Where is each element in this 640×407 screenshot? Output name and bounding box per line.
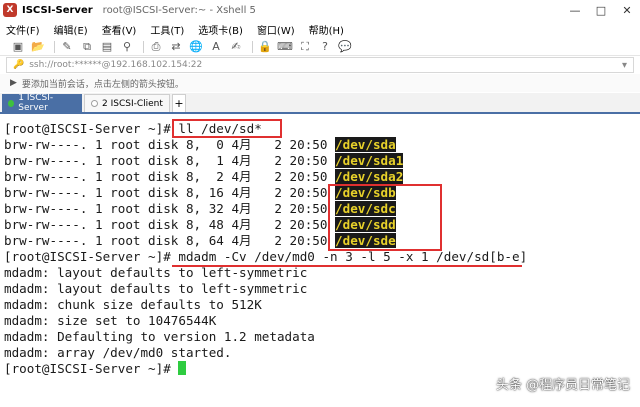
menu-help[interactable]: 帮助(H) bbox=[309, 22, 344, 37]
tab-label: 1 ISCSI-Server bbox=[18, 93, 54, 113]
terminal-output-line: mdadm: array /dev/md0 started. bbox=[4, 345, 232, 360]
watermark: 头条 @程序员日常笔记 bbox=[495, 378, 630, 393]
key-icon: 🔑 bbox=[13, 60, 25, 70]
device-name: /dev/sda1 bbox=[335, 153, 404, 168]
connected-status-icon bbox=[8, 99, 15, 107]
copy-icon[interactable]: ⧉ bbox=[79, 40, 95, 54]
hint-bar: ▶ 要添加当前会话，点击左侧的箭头按钮。 bbox=[0, 74, 640, 92]
paste-icon[interactable]: ▤ bbox=[99, 40, 115, 54]
transfer-icon[interactable]: ⇄ bbox=[168, 40, 184, 54]
prompt: [root@ISCSI-Server ~]# bbox=[4, 121, 179, 136]
session-tab-bar: 1 ISCSI-Server 2 ISCSI-Client + bbox=[0, 93, 640, 114]
toolbar: ▣ 📂 ✎ ⧉ ▤ ⚲ ⎙ ⇄ 🌐 A ✍ 🔒 ⌨ ⛶ ? 💬 bbox=[0, 38, 640, 56]
add-tab-button[interactable]: + bbox=[172, 94, 186, 112]
disconnected-status-icon bbox=[91, 100, 98, 107]
open-folder-icon[interactable]: 📂 bbox=[30, 40, 46, 54]
menu-bar: 文件(F) 编辑(E) 查看(V) 工具(T) 选项卡(B) 窗口(W) 帮助(… bbox=[0, 20, 640, 38]
lock-icon[interactable]: 🔒 bbox=[257, 40, 273, 54]
arrow-icon[interactable]: ▶ bbox=[10, 78, 17, 88]
terminal-prompt-line: [root@ISCSI-Server ~]# bbox=[4, 361, 187, 377]
toolbar-divider bbox=[54, 40, 55, 53]
menu-tabs[interactable]: 选项卡(B) bbox=[198, 22, 243, 37]
row-prefix: brw-rw----. 1 root disk 8, 1 4月 2 20:50 bbox=[4, 153, 336, 168]
terminal-output-line: mdadm: layout defaults to left-symmetric bbox=[4, 265, 308, 280]
device-name: /dev/sda bbox=[335, 137, 396, 152]
terminal-area[interactable]: [root@ISCSI-Server ~]# ll /dev/sd* brw-r… bbox=[0, 115, 640, 407]
new-session-icon[interactable]: ▣ bbox=[10, 40, 26, 54]
terminal-output-line: mdadm: size set to 10476544K bbox=[4, 313, 217, 328]
session-address-bar[interactable]: 🔑 ssh://root:******@192.168.102.154:22 ▾ bbox=[6, 57, 634, 73]
device-name: /dev/sda2 bbox=[335, 169, 404, 184]
toolbar-divider bbox=[143, 40, 144, 53]
maximize-icon[interactable]: □ bbox=[588, 0, 614, 20]
title-host: ISCSI-Server bbox=[22, 4, 93, 16]
terminal-output-line: mdadm: layout defaults to left-symmetric bbox=[4, 281, 308, 296]
menu-file[interactable]: 文件(F) bbox=[6, 22, 40, 37]
link-icon[interactable]: ✎ bbox=[59, 40, 75, 54]
fullscreen-icon[interactable]: ⛶ bbox=[297, 40, 313, 54]
tab-label: 2 ISCSI-Client bbox=[102, 98, 163, 109]
row-prefix: brw-rw----. 1 root disk 8, 32 4月 2 20:50 bbox=[4, 201, 336, 216]
prompt: [root@ISCSI-Server ~]# bbox=[4, 361, 179, 376]
globe-icon[interactable]: 🌐 bbox=[188, 40, 204, 54]
hint-text: 要添加当前会话，点击左侧的箭头按钮。 bbox=[21, 79, 184, 90]
terminal-cursor bbox=[178, 361, 187, 375]
session-address: ssh://root:******@192.168.102.154:22 bbox=[29, 60, 203, 70]
find-icon[interactable]: ⚲ bbox=[119, 40, 135, 54]
xshell-app-icon: X bbox=[3, 3, 17, 17]
compose-icon[interactable]: ✍ bbox=[228, 40, 244, 54]
tab-iscsi-server[interactable]: 1 ISCSI-Server bbox=[2, 93, 82, 113]
tab-iscsi-client[interactable]: 2 ISCSI-Client bbox=[84, 94, 170, 112]
row-prefix: brw-rw----. 1 root disk 8, 48 4月 2 20:50 bbox=[4, 217, 336, 232]
annotation-underline-command bbox=[172, 265, 522, 267]
terminal-output-line: mdadm: Defaulting to version 1.2 metadat… bbox=[4, 329, 315, 344]
terminal-output-row: brw-rw----. 1 root disk 8, 1 4月 2 20:50 … bbox=[4, 153, 404, 169]
close-icon[interactable]: ✕ bbox=[614, 0, 640, 20]
annotation-box-command bbox=[172, 119, 282, 138]
title-bar: X ISCSI-Server root@ISCSI-Server:~ - Xsh… bbox=[0, 0, 640, 20]
row-prefix: brw-rw----. 1 root disk 8, 16 4月 2 20:50 bbox=[4, 185, 336, 200]
menu-window[interactable]: 窗口(W) bbox=[257, 22, 295, 37]
help-icon[interactable]: ? bbox=[317, 40, 333, 54]
dropdown-arrow-icon[interactable]: ▾ bbox=[622, 60, 627, 71]
terminal-command-line: [root@ISCSI-Server ~]# mdadm -Cv /dev/md… bbox=[4, 249, 527, 265]
terminal-output-row: brw-rw----. 1 root disk 8, 0 4月 2 20:50 … bbox=[4, 137, 396, 153]
command-text: mdadm -Cv /dev/md0 -n 3 -l 5 -x 1 /dev/s… bbox=[178, 249, 528, 264]
menu-tools[interactable]: 工具(T) bbox=[150, 22, 184, 37]
annotation-box-devices bbox=[328, 184, 442, 251]
row-prefix: brw-rw----. 1 root disk 8, 64 4月 2 20:50 bbox=[4, 233, 336, 248]
row-prefix: brw-rw----. 1 root disk 8, 2 4月 2 20:50 bbox=[4, 169, 336, 184]
terminal-output-line: mdadm: chunk size defaults to 512K bbox=[4, 297, 262, 312]
toolbar-divider bbox=[252, 40, 253, 53]
menu-edit[interactable]: 编辑(E) bbox=[54, 22, 88, 37]
font-icon[interactable]: A bbox=[208, 40, 224, 54]
chat-icon[interactable]: 💬 bbox=[337, 40, 353, 54]
row-prefix: brw-rw----. 1 root disk 8, 0 4月 2 20:50 bbox=[4, 137, 336, 152]
keyboard-icon[interactable]: ⌨ bbox=[277, 40, 293, 54]
window-title: root@ISCSI-Server:~ - Xshell 5 bbox=[102, 4, 256, 16]
terminal-output-row: brw-rw----. 1 root disk 8, 2 4月 2 20:50 … bbox=[4, 169, 404, 185]
minimize-icon[interactable]: — bbox=[562, 0, 588, 20]
prompt: [root@ISCSI-Server ~]# bbox=[4, 249, 179, 264]
print-icon[interactable]: ⎙ bbox=[148, 40, 164, 54]
menu-view[interactable]: 查看(V) bbox=[102, 22, 137, 37]
